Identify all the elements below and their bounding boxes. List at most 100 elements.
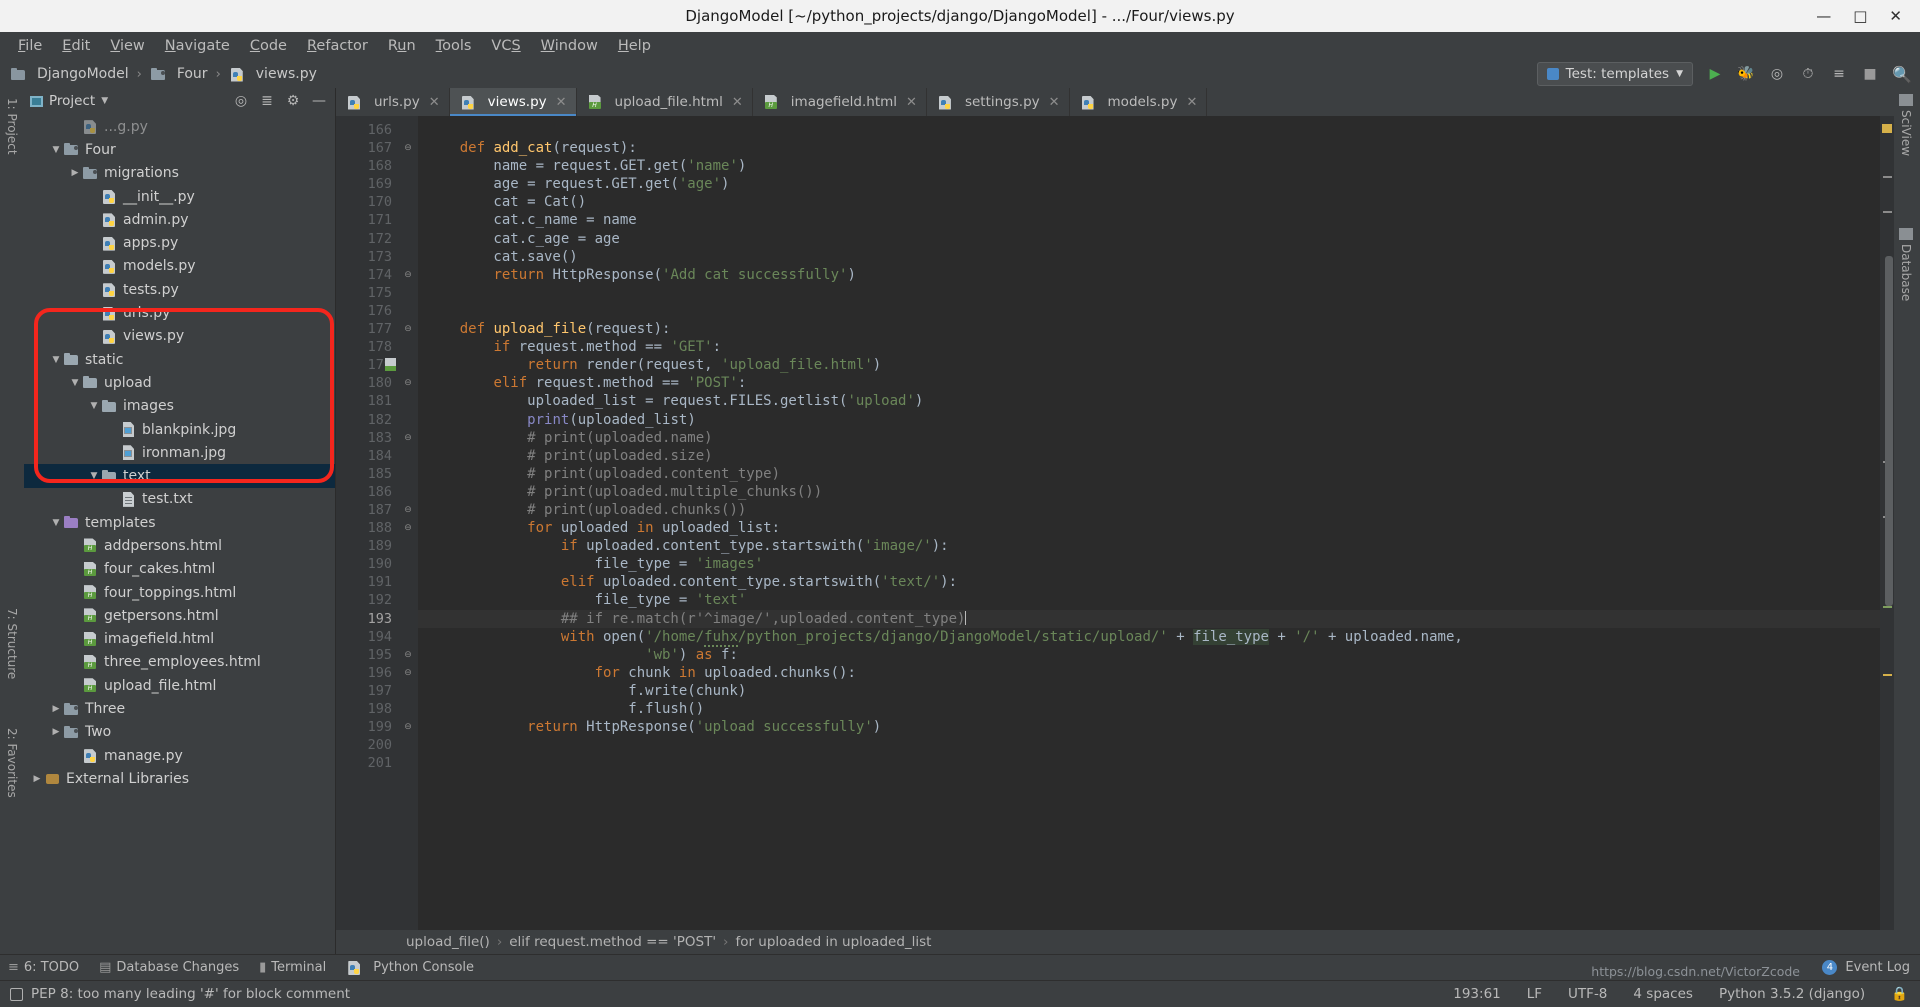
- code-line[interactable]: f.write(chunk): [418, 682, 1880, 700]
- code-line[interactable]: # print(uploaded.content_type): [418, 465, 1880, 483]
- caret-position[interactable]: 193:61: [1453, 986, 1501, 1002]
- code-line[interactable]: [418, 736, 1880, 754]
- code-line[interactable]: def upload_file(request):: [418, 320, 1880, 338]
- tool-window-database[interactable]: Database: [1899, 244, 1913, 301]
- tree-expander[interactable]: ▶: [30, 774, 44, 784]
- tree-expander[interactable]: ▼: [49, 145, 63, 155]
- breadcrumb-item-file[interactable]: views.py: [229, 66, 317, 82]
- tree-item-four-toppings-html[interactable]: Hfour_toppings.html: [24, 581, 335, 604]
- code-line[interactable]: # print(uploaded.multiple_chunks()): [418, 483, 1880, 501]
- tree-item--g-py[interactable]: ...g.py: [24, 115, 335, 138]
- tree-item-text[interactable]: ▼ text: [24, 464, 335, 488]
- lock-icon[interactable]: 🔒: [1891, 986, 1908, 1002]
- tree-expander[interactable]: ▼: [87, 401, 101, 411]
- editor-tab-settings-py[interactable]: settings.py ✕: [927, 88, 1070, 116]
- code-line[interactable]: print(uploaded_list): [418, 411, 1880, 429]
- tree-expander[interactable]: ▶: [49, 727, 63, 737]
- tree-item-three[interactable]: ▶ Three: [24, 697, 335, 720]
- tree-expander[interactable]: ▶: [68, 168, 82, 178]
- menu-item-refactor[interactable]: Refactor: [297, 35, 378, 57]
- tree-expander[interactable]: ▼: [49, 518, 63, 528]
- fold-marker[interactable]: ⊖: [398, 374, 418, 392]
- code-line[interactable]: [418, 754, 1880, 772]
- close-button[interactable]: ✕: [1889, 8, 1902, 24]
- locate-icon[interactable]: ◎: [231, 93, 251, 109]
- breadcrumb-item-project[interactable]: DjangoModel: [10, 66, 129, 82]
- tree-item-four-cakes-html[interactable]: Hfour_cakes.html: [24, 558, 335, 581]
- fold-marker[interactable]: ⊖: [398, 266, 418, 284]
- tree-item-getpersons-html[interactable]: Hgetpersons.html: [24, 604, 335, 627]
- menu-item-run[interactable]: Run: [378, 35, 426, 57]
- tree-item-two[interactable]: ▶ Two: [24, 721, 335, 744]
- code-line[interactable]: elif request.method == 'POST':: [418, 374, 1880, 392]
- editor-tab-imagefield-html[interactable]: Himagefield.html ✕: [753, 88, 927, 116]
- hide-icon[interactable]: —: [309, 93, 329, 109]
- tree-item-imagefield-html[interactable]: Himagefield.html: [24, 628, 335, 651]
- code-line[interactable]: # print(uploaded.size): [418, 447, 1880, 465]
- tree-item--init-py[interactable]: __init__.py: [24, 185, 335, 208]
- fold-marker[interactable]: ⊖: [398, 139, 418, 157]
- code-line[interactable]: name = request.GET.get('name'): [418, 157, 1880, 175]
- code-line[interactable]: if uploaded.content_type.startswith('ima…: [418, 537, 1880, 555]
- close-icon[interactable]: ✕: [1186, 95, 1197, 110]
- python-interpreter[interactable]: Python 3.5.2 (django): [1719, 986, 1865, 1002]
- project-tree[interactable]: ...g.py ▼ Four ▶ migrations __init__.py admin.…: [24, 114, 335, 954]
- code-line[interactable]: # print(uploaded.name): [418, 429, 1880, 447]
- tree-item-addpersons-html[interactable]: Haddpersons.html: [24, 534, 335, 557]
- debug-icon[interactable]: 🐝: [1737, 66, 1755, 82]
- menu-item-view[interactable]: View: [100, 35, 154, 57]
- run-icon[interactable]: ▶: [1706, 66, 1724, 82]
- tree-item-migrations[interactable]: ▶ migrations: [24, 162, 335, 185]
- fold-marker[interactable]: ⊖: [398, 429, 418, 447]
- bottom-item-todo[interactable]: ≡ 6: TODO: [8, 960, 79, 975]
- editor-tab-views-py[interactable]: views.py ✕: [449, 88, 577, 116]
- code-line[interactable]: with open('/home/fuhx/python_projects/dj…: [418, 628, 1880, 647]
- code-line[interactable]: age = request.GET.get('age'): [418, 175, 1880, 193]
- menu-item-help[interactable]: Help: [608, 35, 661, 57]
- settings-icon[interactable]: ⚙: [283, 93, 303, 109]
- menu-item-tools[interactable]: Tools: [426, 35, 482, 57]
- fold-marker[interactable]: ⊖: [398, 501, 418, 519]
- tree-item-templates[interactable]: ▼ templates: [24, 511, 335, 534]
- coverage-icon[interactable]: ◎: [1768, 66, 1786, 82]
- tree-item-tests-py[interactable]: tests.py: [24, 278, 335, 301]
- menu-item-file[interactable]: File: [8, 35, 52, 57]
- editor-tab-urls-py[interactable]: urls.py ✕: [336, 88, 450, 116]
- code-line[interactable]: [418, 284, 1880, 302]
- code-line[interactable]: cat.c_name = name: [418, 211, 1880, 229]
- code-line[interactable]: cat.c_age = age: [418, 230, 1880, 248]
- editor-tab-models-py[interactable]: models.py ✕: [1070, 88, 1208, 116]
- code-line[interactable]: cat.save(): [418, 248, 1880, 266]
- chevron-down-icon[interactable]: ▼: [101, 96, 108, 106]
- breadcrumb-item-four[interactable]: Four: [150, 66, 208, 82]
- tree-item-four[interactable]: ▼ Four: [24, 138, 335, 161]
- tree-item-three-employees-html[interactable]: Hthree_employees.html: [24, 651, 335, 674]
- tree-item-apps-py[interactable]: apps.py: [24, 231, 335, 254]
- tool-window-sciview[interactable]: SciView: [1899, 110, 1913, 156]
- fold-marker[interactable]: ⊖: [398, 646, 418, 664]
- tree-item-ironman-jpg[interactable]: ironman.jpg: [24, 441, 335, 464]
- tree-expander[interactable]: ▼: [87, 471, 101, 481]
- line-separator[interactable]: LF: [1527, 986, 1542, 1002]
- breadcrumb-branch[interactable]: elif request.method == 'POST': [509, 934, 716, 950]
- fold-marker[interactable]: ⊖: [398, 718, 418, 736]
- profile-icon[interactable]: ⏱: [1799, 66, 1817, 82]
- fold-marker[interactable]: ⊖: [398, 320, 418, 338]
- tree-item-manage-py[interactable]: manage.py: [24, 744, 335, 767]
- fold-marker[interactable]: ⊖: [398, 519, 418, 537]
- code-line[interactable]: for chunk in uploaded.chunks():: [418, 664, 1880, 682]
- breadcrumb-function[interactable]: upload_file(): [406, 934, 490, 950]
- collapse-all-icon[interactable]: ≣: [257, 93, 277, 109]
- breadcrumb-loop[interactable]: for uploaded in uploaded_list: [735, 934, 931, 950]
- code-line[interactable]: return HttpResponse('Add cat successfull…: [418, 266, 1880, 284]
- menu-item-edit[interactable]: Edit: [52, 35, 100, 57]
- indent-setting[interactable]: 4 spaces: [1633, 986, 1693, 1002]
- tree-expander[interactable]: ▼: [68, 378, 82, 388]
- close-icon[interactable]: ✕: [906, 95, 917, 110]
- tree-item-external-libraries[interactable]: ▶ External Libraries: [24, 767, 335, 790]
- close-icon[interactable]: ✕: [429, 95, 440, 110]
- code-line[interactable]: [418, 121, 1880, 139]
- menu-item-window[interactable]: Window: [531, 35, 608, 57]
- bottom-item-terminal[interactable]: ▮ Terminal: [259, 960, 326, 975]
- code-folding-gutter[interactable]: ⊖ ⊖ ⊖ ⊖ ⊖ ⊖ ⊖ ⊖ ⊖ ⊖: [398, 116, 418, 930]
